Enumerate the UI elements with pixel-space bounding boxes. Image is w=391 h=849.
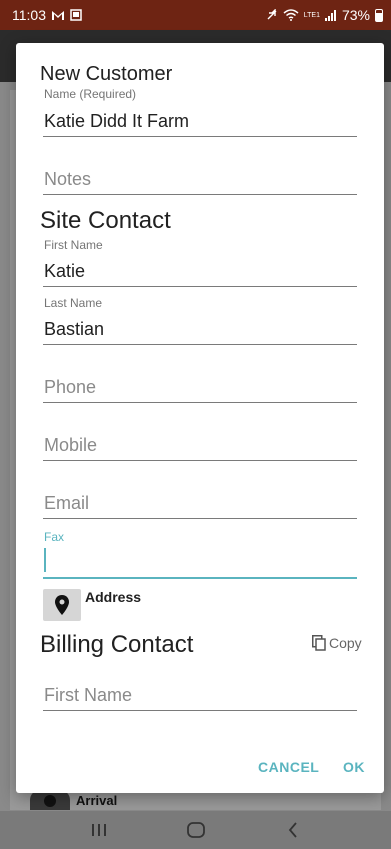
- back-icon: [288, 822, 297, 838]
- email-field[interactable]: Email: [43, 491, 357, 521]
- first-name-value[interactable]: Katie: [44, 261, 85, 282]
- site-contact-title: Site Contact: [40, 207, 171, 234]
- recent-apps-icon: [91, 824, 106, 836]
- first-name-underline: [43, 286, 357, 287]
- last-name-value[interactable]: Bastian: [44, 319, 104, 340]
- notes-underline: [43, 194, 357, 195]
- phone-underline: [43, 402, 357, 403]
- address-label[interactable]: Address: [85, 589, 141, 605]
- phone-placeholder[interactable]: Phone: [44, 377, 96, 398]
- address-location-button[interactable]: [43, 589, 81, 621]
- billing-first-name-placeholder[interactable]: First Name: [44, 685, 132, 706]
- arrival-label: Arrival: [76, 792, 118, 808]
- system-nav-bar: [0, 811, 391, 849]
- status-bar: 11:03 LTE1 73%: [0, 0, 391, 30]
- last-name-underline: [43, 344, 357, 345]
- name-field[interactable]: Name (Required) Katie Didd It Farm: [43, 87, 357, 137]
- signal-icon: [324, 9, 337, 21]
- fax-field[interactable]: Fax: [43, 528, 357, 580]
- notes-field[interactable]: Notes: [43, 167, 357, 197]
- image-icon: [70, 9, 82, 21]
- home-icon: [186, 822, 205, 838]
- name-label: Name (Required): [44, 87, 137, 101]
- gmail-icon: [51, 10, 65, 21]
- mobile-placeholder[interactable]: Mobile: [44, 435, 97, 456]
- phone-field[interactable]: Phone: [43, 375, 357, 405]
- name-value[interactable]: Katie Didd It Farm: [44, 111, 189, 132]
- email-underline: [43, 518, 357, 519]
- background-arrival-item: Arrival: [30, 790, 117, 810]
- ok-button[interactable]: OK: [343, 759, 365, 775]
- billing-contact-title: Billing Contact: [40, 631, 194, 658]
- status-time: 11:03: [12, 7, 46, 23]
- email-placeholder[interactable]: Email: [44, 493, 89, 514]
- arrival-icon: [30, 790, 70, 810]
- recent-apps-button[interactable]: [79, 815, 119, 845]
- new-customer-dialog: New Customer Name (Required) Katie Didd …: [16, 43, 384, 793]
- copy-button[interactable]: Copy: [312, 635, 362, 651]
- copy-icon: [312, 635, 326, 651]
- home-button[interactable]: [176, 815, 216, 845]
- last-name-label: Last Name: [44, 296, 103, 310]
- network-label: LTE1: [303, 11, 320, 19]
- mute-icon: [266, 9, 278, 21]
- fax-label: Fax: [44, 530, 65, 544]
- first-name-label: First Name: [44, 238, 103, 252]
- cancel-button[interactable]: CANCEL: [258, 759, 319, 775]
- dialog-title: New Customer: [40, 63, 173, 85]
- back-button[interactable]: [273, 815, 313, 845]
- mobile-field[interactable]: Mobile: [43, 433, 357, 463]
- billing-first-name-field[interactable]: First Name: [43, 683, 357, 713]
- map-pin-icon: [55, 595, 69, 615]
- battery-icon: [375, 8, 383, 22]
- billing-first-name-underline: [43, 710, 357, 711]
- copy-label: Copy: [329, 635, 362, 651]
- fax-underline: [43, 577, 357, 579]
- notes-placeholder[interactable]: Notes: [44, 169, 91, 190]
- name-underline: [43, 136, 357, 137]
- first-name-field[interactable]: First Name Katie: [43, 236, 357, 288]
- battery-percent: 73%: [341, 7, 370, 23]
- fax-cursor: [44, 548, 46, 572]
- wifi-icon: [283, 9, 299, 21]
- mobile-underline: [43, 460, 357, 461]
- last-name-field[interactable]: Last Name Bastian: [43, 294, 357, 346]
